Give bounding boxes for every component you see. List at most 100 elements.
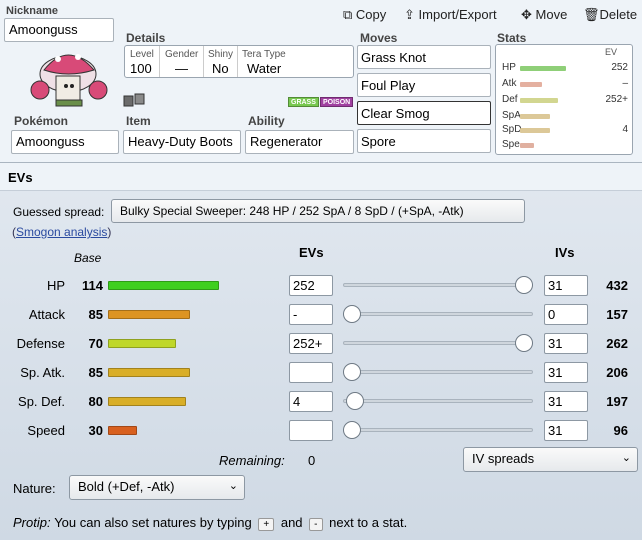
stat-ev-hp: 252 <box>611 62 628 73</box>
ev-slider-handle-defense[interactable] <box>515 334 533 352</box>
nickname-input[interactable]: Amoonguss <box>4 18 114 42</box>
move-2-input[interactable]: Foul Play <box>357 73 491 97</box>
evs-column-header: EVs <box>299 245 324 260</box>
base-stat-bar-hp <box>108 281 219 290</box>
guessed-spread-label: Guessed spread: <box>13 205 105 219</box>
details-box[interactable]: Level 100 Gender — Shiny No Tera Type Wa… <box>124 45 354 78</box>
base-stat-bar-attack <box>108 310 190 319</box>
smogon-analysis-link[interactable]: Smogon analysis <box>16 225 107 239</box>
remaining-label: Remaining: <box>219 453 285 468</box>
nature-label: Nature: <box>13 481 56 496</box>
ev-slider-handle-sp-atk[interactable] <box>343 363 361 381</box>
ev-slider-track-defense[interactable] <box>343 341 533 345</box>
item-input[interactable]: Heavy-Duty Boots <box>123 130 241 154</box>
copy-label: Copy <box>355 7 387 22</box>
ev-input-sp-atk[interactable] <box>289 362 333 383</box>
ev-input-defense[interactable]: 252+ <box>289 333 333 354</box>
ev-slider-track-hp[interactable] <box>343 283 533 287</box>
minus-key: - <box>309 518 323 531</box>
base-stat-bar-defense <box>108 339 176 348</box>
sprite-area <box>8 44 120 112</box>
amoonguss-sprite <box>30 54 108 107</box>
stat-ev-spd: 4 <box>622 124 628 135</box>
copy-button[interactable]: ⧉ Copy <box>343 7 386 23</box>
base-stat-sp-def: 80 <box>88 394 103 409</box>
ev-input-sp-def[interactable]: 4 <box>289 391 333 412</box>
base-stat-bar-sp-atk <box>108 368 190 377</box>
paren-close: ) <box>107 225 112 239</box>
stat-bar-spe <box>520 143 534 148</box>
stat-label-hp: HP <box>502 62 516 73</box>
delete-button[interactable]: 🗑Delete <box>583 7 637 23</box>
ev-slider-track-attack[interactable] <box>343 312 533 316</box>
stat-name-speed: Speed <box>27 423 65 438</box>
stat-bar-spd <box>520 128 550 133</box>
base-stat-bar-speed <box>108 426 137 435</box>
iv-input-sp-atk[interactable]: 31 <box>544 362 588 383</box>
iv-input-attack[interactable]: 0 <box>544 304 588 325</box>
protip-text-end: next to a stat. <box>329 515 408 530</box>
move-1-input[interactable]: Grass Knot <box>357 45 491 69</box>
stat-name-attack: Attack <box>28 307 65 322</box>
stat-name-sp-atk: Sp. Atk. <box>20 365 65 380</box>
item-label: Item <box>126 114 151 128</box>
pokemon-label: Pokémon <box>14 114 69 128</box>
ev-input-hp[interactable]: 252 <box>289 275 333 296</box>
iv-input-speed[interactable]: 31 <box>544 420 588 441</box>
ev-slider-track-sp-atk[interactable] <box>343 370 533 374</box>
ivs-column-header: IVs <box>555 245 575 260</box>
iv-spreads-select[interactable]: IV spreads ⌄ <box>463 447 638 472</box>
delete-label: Delete <box>599 7 638 22</box>
ability-input[interactable]: Regenerator <box>245 130 354 154</box>
gender-value: — <box>175 61 188 76</box>
base-column-header: Base <box>74 251 102 265</box>
ev-input-speed[interactable] <box>289 420 333 441</box>
smogon-analysis: (Smogon analysis) <box>12 225 111 239</box>
iv-spreads-label: IV spreads <box>472 451 535 466</box>
nature-value: Bold (+Def, -Atk) <box>78 479 175 494</box>
ev-slider-handle-attack[interactable] <box>343 305 361 323</box>
iv-input-defense[interactable]: 31 <box>544 333 588 354</box>
stat-name-sp-def: Sp. Def. <box>18 394 65 409</box>
protip-text: You can also set natures by typing <box>54 515 252 530</box>
protip: Protip: You can also set natures by typi… <box>13 515 407 531</box>
ev-slider-handle-sp-def[interactable] <box>345 392 364 410</box>
stat-name-hp: HP <box>46 278 65 293</box>
divider <box>159 46 160 77</box>
stat-ev-def: 252+ <box>605 94 628 105</box>
ev-input-attack[interactable]: - <box>289 304 333 325</box>
stats-label: Stats <box>497 31 527 45</box>
stat-bar-spa <box>520 114 550 119</box>
ev-slider-track-sp-def[interactable] <box>343 399 533 403</box>
ev-slider-handle-speed[interactable] <box>343 421 361 439</box>
set-editor-panel: Nickname Amoonguss Details Level 100 Gen… <box>0 0 642 163</box>
stat-bar-def <box>520 98 558 103</box>
move-4-input[interactable]: Spore <box>357 129 491 153</box>
iv-input-sp-def[interactable]: 31 <box>544 391 588 412</box>
copy-icon: ⧉ <box>343 7 353 22</box>
move-button[interactable]: ✥ Move <box>521 7 567 23</box>
ev-slider-handle-hp[interactable] <box>515 276 533 294</box>
nature-select[interactable]: Bold (+Def, -Atk) ⌄ <box>69 475 245 500</box>
total-stat-defense: 262 <box>606 336 628 351</box>
stat-bar-hp <box>520 66 566 71</box>
stats-ev-header: EV <box>605 47 618 57</box>
shiny-value: No <box>212 61 229 76</box>
shiny-label: Shiny <box>208 49 234 60</box>
stat-label-spa: SpA <box>502 110 521 121</box>
base-stat-bar-sp-def <box>108 397 186 406</box>
move-3-input[interactable]: Clear Smog <box>357 101 491 125</box>
chevron-down-icon: ⌄ <box>621 452 631 464</box>
evs-title: EVs <box>8 170 33 185</box>
pokemon-input[interactable]: Amoonguss <box>11 130 119 154</box>
guessed-spread-button[interactable]: Bulky Special Sweeper: 248 HP / 252 SpA … <box>111 199 525 223</box>
total-stat-hp: 432 <box>606 278 628 293</box>
stat-label-spe: Spe <box>502 139 520 150</box>
iv-input-hp[interactable]: 31 <box>544 275 588 296</box>
import-export-button[interactable]: ⇪ Import/Export <box>404 7 497 23</box>
total-stat-sp-atk: 206 <box>606 365 628 380</box>
item-icon <box>123 93 145 107</box>
base-stat-sp-atk: 85 <box>88 365 103 380</box>
ev-slider-track-speed[interactable] <box>343 428 533 432</box>
stat-ev-atk: – <box>622 78 628 89</box>
